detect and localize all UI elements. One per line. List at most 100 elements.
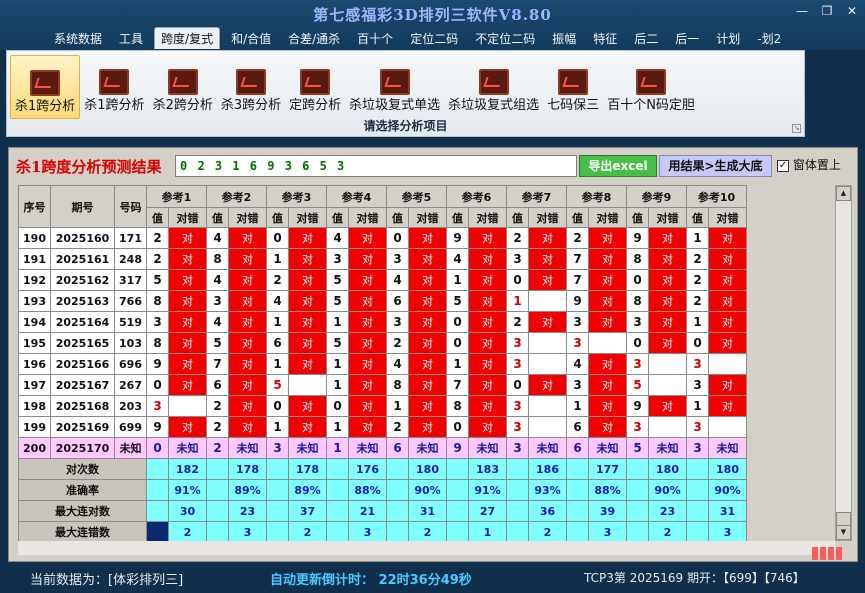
- menu-item-11[interactable]: 后一: [669, 28, 705, 50]
- hit-cell: [648, 374, 687, 396]
- stats-gap-cell: [266, 479, 289, 501]
- reference-header[interactable]: 参考9: [626, 185, 687, 208]
- checkbox-icon[interactable]: ✓: [777, 159, 789, 172]
- ribbon-tool-6[interactable]: 杀垃圾复式组选: [444, 55, 543, 119]
- table-row[interactable]: 191 2025161 248 2 对 8 对 1 对 3 对 3 对 4 对 3 对 7 对 8 对 2 对: [18, 248, 747, 270]
- table-row[interactable]: 190 2025160 171 2 对 4 对 0 对 4 对 0 对 9 对 2 对 2 对 9 对 1 对: [18, 227, 747, 249]
- hit-header: 对错: [168, 207, 207, 228]
- hit-cell: 对: [708, 374, 747, 396]
- table-row[interactable]: 194 2025164 519 3 对 4 对 1 对 1 对 3 对 0 对 2 对 3 对 3 对 1 对: [18, 311, 747, 333]
- hit-cell: [528, 395, 567, 417]
- table-row[interactable]: 193 2025163 766 8 对 3 对 4 对 5 对 6 对 5 对 1 9 对 8 对 2 对: [18, 290, 747, 312]
- ribbon-tool-8[interactable]: 百十个N码定胆: [603, 55, 699, 119]
- table-row[interactable]: 197 2025167 267 0 对 6 对 5 1 对 8 对 7 对 0 对 3 对 5 3 对: [18, 374, 747, 396]
- hit-cell: [528, 290, 567, 312]
- reference-header[interactable]: 参考10: [686, 185, 747, 208]
- menu-item-8[interactable]: 振幅: [546, 28, 582, 50]
- menu-item-1[interactable]: 工具: [113, 28, 149, 50]
- stats-value-cell: 39: [588, 500, 627, 522]
- reference-header[interactable]: 参考2: [206, 185, 267, 208]
- value-cell: 1: [446, 269, 469, 291]
- scroll-down-icon[interactable]: ▼: [836, 525, 851, 540]
- maximize-icon[interactable]: ❐: [816, 4, 838, 18]
- close-icon[interactable]: ✕: [841, 4, 863, 18]
- value-cell: 2: [146, 227, 169, 249]
- reference-header[interactable]: 参考6: [446, 185, 507, 208]
- menu-item-0[interactable]: 系统数据: [48, 28, 108, 50]
- value-cell: 6: [206, 374, 229, 396]
- prediction-value-cell: 6: [386, 437, 409, 459]
- ribbon-tool-7[interactable]: 七码保三: [543, 55, 603, 119]
- reference-header[interactable]: 参考4: [326, 185, 387, 208]
- scroll-thumb[interactable]: [836, 512, 851, 526]
- table-row[interactable]: 198 2025168 203 3 2 对 0 对 0 对 1 对 8 对 3 1 对 9 对 1 对: [18, 395, 747, 417]
- ribbon-tools: 杀1跨分析 杀1跨分析 杀2跨分析 杀3跨分析 定跨分析 杀垃圾复式单选 杀垃圾复式组选 七码…: [10, 55, 699, 119]
- reference-header[interactable]: 参考8: [566, 185, 627, 208]
- stats-value-cell: 2: [408, 521, 447, 543]
- prediction-row[interactable]: 200 2025170 未知 0 未知 2 未知 3 未知 1 未知 6 未知 9 未知 3 未知 6 未知 5 未知 3…: [18, 437, 747, 459]
- column-header[interactable]: 号码: [114, 185, 147, 228]
- stats-gap-cell: [566, 479, 589, 501]
- reference-header[interactable]: 参考1: [146, 185, 207, 208]
- ribbon-tool-5[interactable]: 杀垃圾复式单选: [345, 55, 444, 119]
- hit-header: 对错: [708, 207, 747, 228]
- period-cell: 2025164: [50, 311, 115, 333]
- chart-icon: [636, 69, 667, 95]
- table-row[interactable]: 195 2025165 103 8 对 5 对 6 对 5 对 2 对 0 对 3 3 0 对 0 对: [18, 332, 747, 354]
- menu-item-4[interactable]: 合差/通杀: [282, 28, 346, 50]
- app-title: 第七感福彩3D排列三软件V8.80: [313, 6, 552, 24]
- stay-on-top-toggle[interactable]: ✓ 窗体置上: [777, 156, 841, 173]
- minimize-icon[interactable]: —: [791, 4, 813, 18]
- period-cell: 2025167: [50, 374, 115, 396]
- ribbon-tool-3[interactable]: 杀3跨分析: [217, 55, 285, 119]
- generate-base-button[interactable]: 用结果>生成大底: [659, 155, 772, 177]
- hit-cell: 对: [408, 332, 447, 354]
- vertical-scrollbar[interactable]: ▲ ▼: [835, 185, 852, 541]
- menu-item-12[interactable]: 计划: [710, 28, 746, 50]
- result-title: 杀1跨度分析预测结果: [16, 158, 162, 176]
- hit-cell: 对: [228, 269, 267, 291]
- ribbon-tool-1[interactable]: 杀1跨分析: [80, 55, 148, 119]
- menu-item-5[interactable]: 百十个: [351, 28, 399, 50]
- menu-item-2[interactable]: 跨度/复式: [154, 27, 221, 49]
- stats-value-cell: 3: [588, 521, 627, 543]
- seq-cell: 200: [18, 437, 51, 459]
- scroll-up-icon[interactable]: ▲: [836, 186, 851, 201]
- hit-cell: 对: [708, 332, 747, 354]
- column-header[interactable]: 期号: [50, 185, 115, 228]
- hit-cell: 对: [528, 374, 567, 396]
- reference-header[interactable]: 参考5: [386, 185, 447, 208]
- export-excel-button[interactable]: 导出excel: [579, 155, 657, 177]
- reference-header[interactable]: 参考3: [266, 185, 327, 208]
- menu-item-7[interactable]: 不定位二码: [469, 28, 541, 50]
- menu-item-6[interactable]: 定位二码: [404, 28, 464, 50]
- table-row[interactable]: 196 2025166 696 9 对 7 对 1 对 1 对 4 对 1 对 3 4 对 3 3: [18, 353, 747, 375]
- horizontal-scrollbar[interactable]: [18, 541, 835, 555]
- menu-item-10[interactable]: 后二: [628, 28, 664, 50]
- value-cell: 1: [686, 227, 709, 249]
- hit-cell: 对: [348, 227, 387, 249]
- menu-item-3[interactable]: 和/合值: [225, 28, 277, 50]
- value-cell: 2: [566, 227, 589, 249]
- dialog-launcher-icon[interactable]: ↘: [792, 124, 801, 133]
- result-field[interactable]: 0 2 3 1 6 9 3 6 5 3: [175, 155, 577, 177]
- table-row[interactable]: 199 2025169 699 9 对 2 对 1 对 1 对 2 对 0 对 3 6 对 3 3: [18, 416, 747, 438]
- hit-cell: 对: [228, 227, 267, 249]
- title-bar: 第七感福彩3D排列三软件V8.80 — ❐ ✕ 系统数据 工具 跨度/复式 和/合值合…: [0, 0, 865, 50]
- column-header[interactable]: 序号: [18, 185, 51, 228]
- prediction-value-cell: 9: [446, 437, 469, 459]
- value-cell: 9: [146, 353, 169, 375]
- value-cell: 1: [326, 311, 349, 333]
- ribbon-tool-4[interactable]: 定跨分析: [285, 55, 345, 119]
- value-cell: 0: [386, 227, 409, 249]
- hit-header: 对错: [588, 207, 627, 228]
- chart-icon: [300, 69, 331, 95]
- menu-item-13[interactable]: -划2: [751, 28, 787, 50]
- ribbon-tool-2[interactable]: 杀2跨分析: [149, 55, 217, 119]
- menu-item-9[interactable]: 特征: [587, 28, 623, 50]
- table-row[interactable]: 192 2025162 317 5 对 4 对 2 对 5 对 4 对 1 对 0 对 7 对 0 对 2 对: [18, 269, 747, 291]
- hit-cell: 对: [528, 269, 567, 291]
- ribbon-tool-0[interactable]: 杀1跨分析: [10, 55, 81, 119]
- reference-header[interactable]: 参考7: [506, 185, 567, 208]
- period-cell: 2025160: [50, 227, 115, 249]
